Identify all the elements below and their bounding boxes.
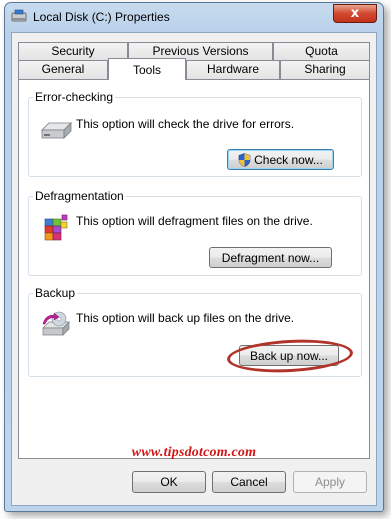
defragmentation-title: Defragmentation bbox=[33, 189, 126, 203]
ok-label: OK bbox=[160, 475, 178, 489]
tab-general[interactable]: General bbox=[18, 60, 108, 79]
apply-label: Apply bbox=[314, 475, 346, 489]
shield-icon bbox=[238, 152, 251, 167]
defragmentation-group: Defragmentation This option will defragm… bbox=[28, 189, 362, 276]
defragment-now-label: Defragment now... bbox=[221, 250, 320, 265]
drive-icon bbox=[41, 122, 72, 139]
tab-sharing[interactable]: Sharing bbox=[280, 60, 370, 79]
dialog-client-area: Security Previous Versions Quota General… bbox=[11, 32, 377, 506]
window-title: Local Disk (C:) Properties bbox=[33, 10, 170, 24]
backup-description: This option will back up files on the dr… bbox=[76, 311, 295, 325]
defragment-icon bbox=[44, 214, 68, 241]
drive-icon bbox=[11, 9, 27, 22]
close-button[interactable]: x bbox=[333, 4, 377, 23]
cancel-label: Cancel bbox=[230, 475, 268, 489]
error-checking-description: This option will check the drive for err… bbox=[76, 117, 295, 131]
check-now-label: Check now... bbox=[254, 152, 323, 167]
check-now-button[interactable]: Check now... bbox=[227, 149, 334, 170]
apply-button: Apply bbox=[293, 471, 367, 493]
properties-window: Local Disk (C:) Properties x Security Pr… bbox=[4, 2, 384, 512]
tab-hardware[interactable]: Hardware bbox=[186, 60, 280, 79]
defragment-now-button[interactable]: Defragment now... bbox=[209, 247, 332, 268]
backup-title: Backup bbox=[33, 286, 78, 300]
close-icon: x bbox=[350, 6, 360, 21]
backup-icon bbox=[42, 311, 70, 336]
error-checking-title: Error-checking bbox=[33, 90, 116, 104]
error-checking-group: Error-checking This option will check th… bbox=[28, 90, 362, 177]
ok-button[interactable]: OK bbox=[132, 471, 206, 493]
tab-quota[interactable]: Quota bbox=[273, 42, 370, 60]
watermark-text: www.tipsdotcom.com bbox=[131, 445, 257, 460]
tools-tab-panel: Error-checking This option will check th… bbox=[18, 79, 370, 459]
cancel-button[interactable]: Cancel bbox=[212, 471, 286, 493]
tab-tools[interactable]: Tools bbox=[108, 58, 186, 80]
defragmentation-description: This option will defragment files on the… bbox=[76, 214, 313, 228]
title-bar[interactable]: Local Disk (C:) Properties x bbox=[5, 3, 383, 31]
